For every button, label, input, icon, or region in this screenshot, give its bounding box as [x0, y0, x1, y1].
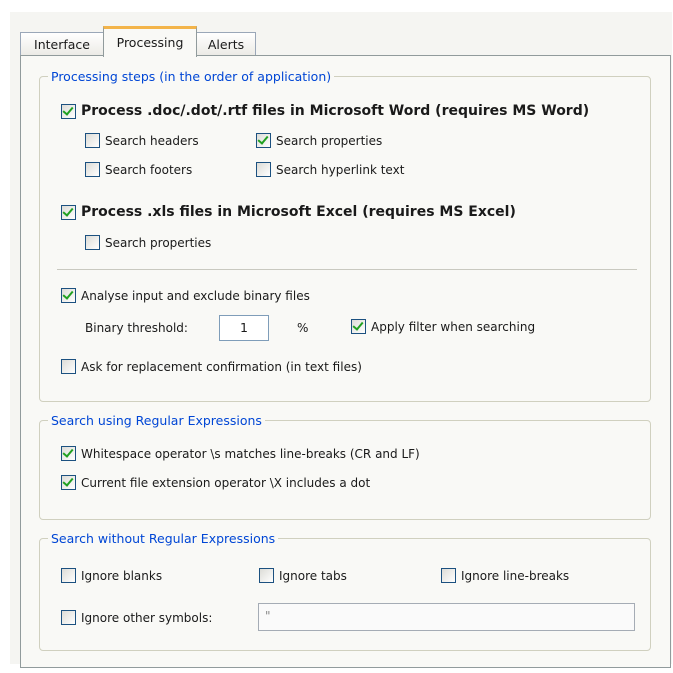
no-regex-legend: Search without Regular Expressions: [51, 531, 276, 546]
word-search-hyperlink-checkbox[interactable]: Search hyperlink text: [256, 162, 404, 177]
process-excel-label: Process .xls files in Microsoft Excel (r…: [81, 204, 516, 220]
ignore-blanks-checkbox[interactable]: Ignore blanks: [61, 568, 162, 583]
ignore-symbols-checkbox[interactable]: Ignore other symbols:: [61, 610, 212, 625]
whitespace-operator-checkbox[interactable]: Whitespace operator \s matches line-brea…: [61, 446, 420, 461]
no-regex-group: Search without Regular Expressions: [39, 531, 651, 651]
ignore-symbols-label: Ignore other symbols:: [81, 610, 213, 625]
checkbox-check-icon: [61, 288, 76, 303]
extension-operator-checkbox[interactable]: Current file extension operator \X inclu…: [61, 475, 370, 490]
ignore-tabs-checkbox[interactable]: Ignore tabs: [259, 568, 347, 583]
checkbox-icon: [61, 568, 76, 583]
symbols-input[interactable]: ": [258, 603, 635, 631]
binary-threshold-input[interactable]: 1: [219, 315, 269, 341]
word-search-properties-checkbox[interactable]: Search properties: [256, 133, 382, 148]
checkbox-icon: [256, 162, 271, 177]
regex-group: Search using Regular Expressions: [39, 413, 651, 520]
apply-filter-label: Apply filter when searching: [371, 319, 536, 334]
apply-filter-checkbox[interactable]: Apply filter when searching: [351, 319, 535, 334]
percent-unit: %: [297, 321, 309, 335]
options-dialog: Interface Processing Alerts Processing s…: [10, 12, 672, 668]
search-headers-label: Search headers: [105, 133, 199, 148]
processing-panel: Processing steps (in the order of applic…: [20, 55, 671, 668]
tab-alerts[interactable]: Alerts: [196, 32, 256, 55]
whitespace-operator-label: Whitespace operator \s matches line-brea…: [81, 446, 420, 461]
checkbox-icon: [85, 162, 100, 177]
processing-steps-legend: Processing steps (in the order of applic…: [51, 69, 332, 84]
analyse-binary-checkbox[interactable]: Analyse input and exclude binary files: [61, 288, 310, 303]
excel-search-properties-checkbox[interactable]: Search properties: [85, 235, 211, 250]
search-footers-label: Search footers: [105, 162, 193, 177]
ask-confirmation-label: Ask for replacement confirmation (in tex…: [81, 359, 362, 374]
ignore-tabs-label: Ignore tabs: [279, 568, 347, 583]
ask-confirmation-checkbox[interactable]: Ask for replacement confirmation (in tex…: [61, 359, 362, 374]
process-word-checkbox[interactable]: Process .doc/.dot/.rtf files in Microsof…: [61, 103, 589, 119]
regex-legend: Search using Regular Expressions: [51, 413, 262, 428]
ignore-linebreaks-label: Ignore line-breaks: [461, 568, 570, 583]
checkbox-icon: [85, 133, 100, 148]
checkbox-icon: [85, 235, 100, 250]
word-search-footers-checkbox[interactable]: Search footers: [85, 162, 192, 177]
checkbox-icon: [61, 610, 76, 625]
checkbox-check-icon: [61, 103, 76, 119]
checkbox-check-icon: [256, 133, 271, 148]
search-hyperlink-label: Search hyperlink text: [276, 162, 405, 177]
tab-processing[interactable]: Processing: [103, 26, 197, 57]
search-properties-label: Search properties: [276, 133, 383, 148]
process-word-label: Process .doc/.dot/.rtf files in Microsof…: [81, 103, 590, 119]
binary-threshold-label: Binary threshold:: [85, 321, 188, 335]
checkbox-check-icon: [351, 319, 366, 334]
extension-operator-label: Current file extension operator \X inclu…: [81, 475, 371, 490]
checkbox-check-icon: [61, 475, 76, 490]
excel-search-properties-label: Search properties: [105, 235, 212, 250]
checkbox-check-icon: [61, 204, 76, 220]
process-excel-checkbox[interactable]: Process .xls files in Microsoft Excel (r…: [61, 204, 516, 220]
analyse-binary-label: Analyse input and exclude binary files: [81, 288, 310, 303]
ignore-linebreaks-checkbox[interactable]: Ignore line-breaks: [441, 568, 569, 583]
checkbox-icon: [61, 359, 76, 374]
checkbox-icon: [441, 568, 456, 583]
checkbox-check-icon: [61, 446, 76, 461]
word-search-headers-checkbox[interactable]: Search headers: [85, 133, 199, 148]
ignore-blanks-label: Ignore blanks: [81, 568, 163, 583]
divider: [57, 269, 637, 270]
checkbox-icon: [259, 568, 274, 583]
tab-interface[interactable]: Interface: [20, 32, 104, 55]
